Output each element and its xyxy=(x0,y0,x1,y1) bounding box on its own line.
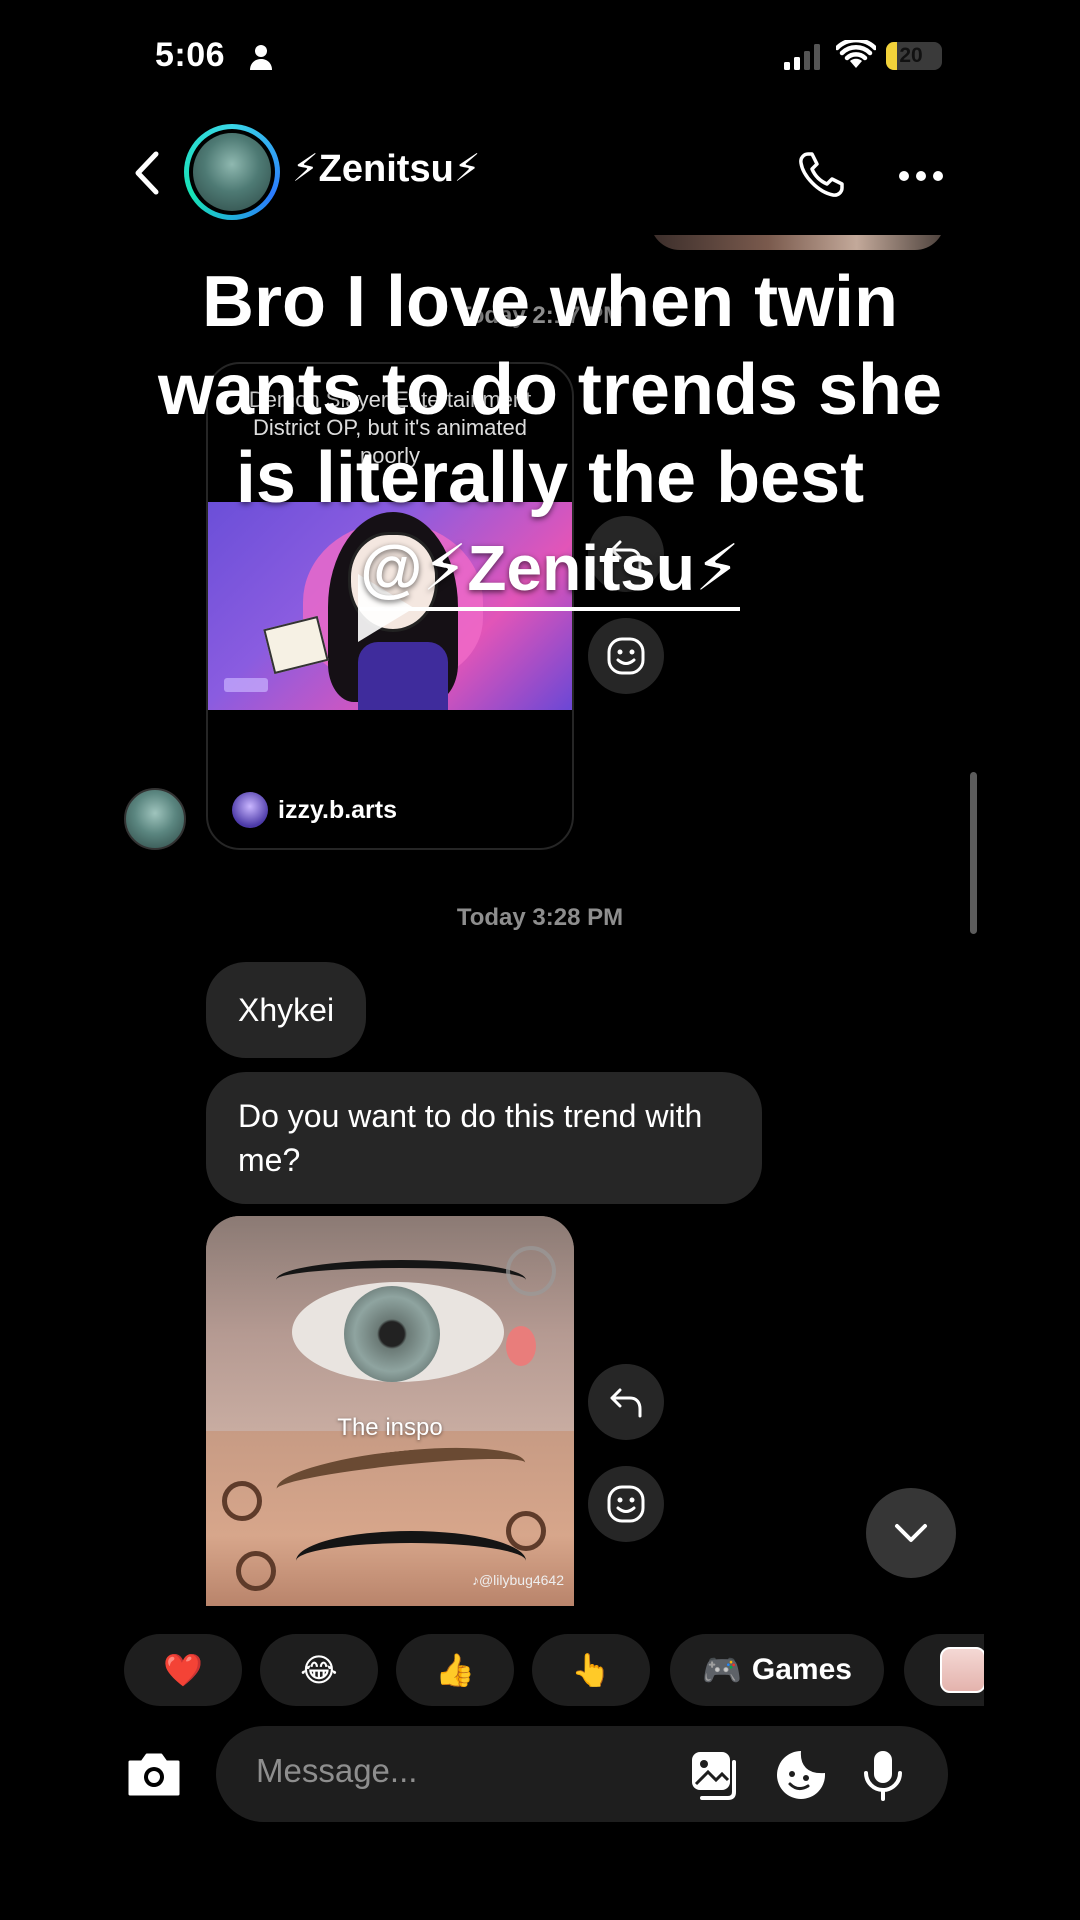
message-timestamp: Today 3:28 PM xyxy=(456,904,624,931)
reaction-pointing-up[interactable]: 👆 xyxy=(532,1634,650,1706)
chevron-down-icon xyxy=(895,1524,927,1542)
shared-post-author[interactable]: izzy.b.arts xyxy=(232,790,397,830)
games-label: Games xyxy=(751,1653,852,1686)
scroll-to-bottom-button[interactable] xyxy=(866,1488,956,1578)
person-icon xyxy=(250,45,272,70)
emoji-smile-icon xyxy=(607,1485,645,1523)
reply-button[interactable] xyxy=(588,1364,664,1440)
media-image-top xyxy=(206,1216,574,1431)
message-bubble[interactable]: Do you want to do this trend with me? xyxy=(206,1072,762,1204)
more-options-icon[interactable] xyxy=(898,170,944,182)
laughing-emoji: 😂 xyxy=(300,1652,338,1688)
status-bar: 5:06 20 xyxy=(0,0,1080,110)
reaction-heart[interactable]: ❤️ xyxy=(124,1634,242,1706)
cellular-signal-icon xyxy=(784,44,820,70)
sticker-icon[interactable] xyxy=(774,1748,828,1802)
emoji-smile-icon xyxy=(607,637,645,675)
reply-arrow-icon xyxy=(610,1388,642,1418)
thumbs-up-emoji: 👍 xyxy=(435,1652,475,1688)
shared-post-caption: Demon Slayer Entertainment District OP, … xyxy=(248,387,532,468)
pointing-up-emoji: 👆 xyxy=(571,1652,611,1688)
battery-label: 20 xyxy=(899,44,923,67)
reaction-thumbs-up[interactable]: 👍 xyxy=(396,1634,514,1706)
avatar-sticker-chip[interactable] xyxy=(904,1634,984,1706)
sender-avatar[interactable] xyxy=(124,788,186,850)
author-avatar xyxy=(232,792,268,828)
react-button[interactable] xyxy=(588,618,664,694)
gamepad-icon: 🎮 xyxy=(702,1652,742,1688)
chat-header: ⚡Zenitsu⚡ xyxy=(0,110,1080,235)
camera-icon[interactable] xyxy=(124,1744,184,1804)
status-time: 5:06 xyxy=(155,36,226,74)
message-timestamp: Today 2:17 PM xyxy=(456,302,624,329)
gallery-icon[interactable] xyxy=(688,1748,742,1802)
overlay-mention[interactable]: @⚡Zenitsu⚡ xyxy=(360,529,740,611)
avatar-sticker xyxy=(940,1647,984,1693)
reaction-laugh[interactable]: 😂 xyxy=(260,1634,378,1706)
media-message[interactable]: The inspo ♪@lilybug4642 xyxy=(206,1216,574,1606)
media-watermark: ♪@lilybug4642 xyxy=(471,1572,564,1588)
quick-reactions-bar: ❤️ 😂 👍 👆 🎮 Games xyxy=(124,1634,984,1706)
phone-call-icon[interactable] xyxy=(796,150,846,200)
contact-avatar[interactable] xyxy=(184,124,280,220)
games-button[interactable]: 🎮 Games xyxy=(670,1634,884,1706)
wifi-icon xyxy=(836,40,876,68)
message-bubble[interactable]: Xhykei xyxy=(206,962,367,1058)
react-button[interactable] xyxy=(588,1466,664,1542)
heart-emoji: ❤️ xyxy=(163,1652,203,1688)
media-overlay-text: The inspo xyxy=(337,1414,443,1441)
author-username: izzy.b.arts xyxy=(278,795,398,824)
battery-indicator: 20 xyxy=(886,42,942,70)
back-arrow-icon[interactable] xyxy=(128,148,168,198)
message-input[interactable]: Message... xyxy=(216,1726,948,1822)
contact-name[interactable]: ⚡Zenitsu⚡ xyxy=(292,146,480,191)
message-composer: Message... xyxy=(124,1722,956,1826)
message-input-placeholder: Message... xyxy=(256,1752,418,1789)
microphone-icon[interactable] xyxy=(856,1748,910,1802)
